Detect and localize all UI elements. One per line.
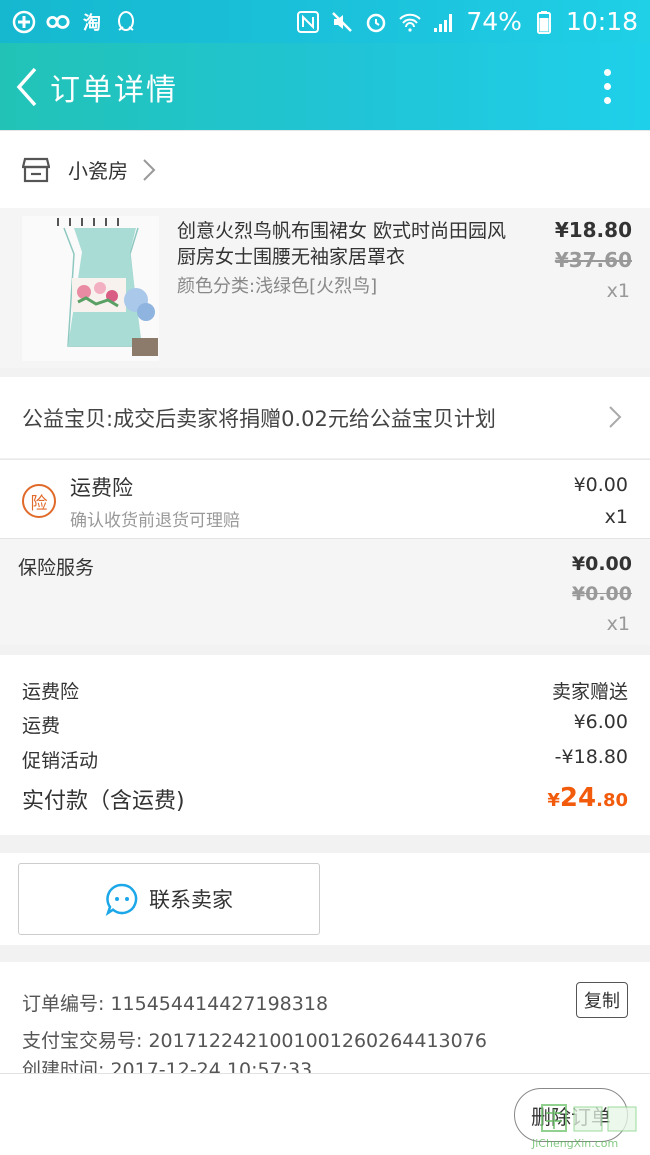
- chevron-left-icon: [16, 67, 37, 106]
- copy-button[interactable]: 复制: [576, 982, 628, 1018]
- summary-value: ¥6.00: [573, 711, 628, 733]
- total-row: 实付款（含运费) ¥24.80: [22, 783, 628, 815]
- status-time: 10:18: [565, 7, 638, 36]
- battery-percent: 74%: [466, 7, 522, 36]
- total-decimal: .80: [596, 790, 628, 811]
- insurance-quantity: x1: [604, 506, 628, 528]
- summary-label: 运费: [22, 715, 61, 737]
- chevron-right-icon: [609, 406, 622, 428]
- contact-seller-label: 联系卖家: [149, 888, 233, 912]
- chevron-right-icon: [143, 158, 156, 181]
- plus-circle-icon: [12, 10, 36, 34]
- insurance-badge-icon: 险: [22, 484, 56, 518]
- qq-icon: [114, 10, 138, 34]
- summary-row: 促销活动 -¥18.80: [22, 746, 628, 773]
- bottom-action-bar: 删除订单 JiChengXin.com: [0, 1073, 650, 1155]
- order-info: 订单编号: 115454414427198318 支付宝交易号: 2017122…: [0, 962, 650, 1074]
- product-thumbnail[interactable]: [22, 216, 159, 361]
- freight-insurance-row: 险 运费险 确认收货前退货可理赔 ¥0.00 x1: [0, 459, 650, 538]
- service-quantity: x1: [606, 613, 630, 635]
- summary-label: 运费险: [22, 681, 80, 703]
- watermark-logo: JiChengXin.com: [531, 1104, 637, 1150]
- watermark-text: JiChengXin.com: [531, 1137, 618, 1150]
- back-button[interactable]: [4, 43, 50, 130]
- status-right-icons: 74% 10:18: [296, 7, 638, 36]
- taobao-icon: 淘: [83, 12, 101, 34]
- more-options-button[interactable]: [582, 43, 632, 130]
- service-original-price: ¥0.00: [571, 583, 632, 605]
- chat-bubble-icon: [105, 883, 138, 916]
- order-item[interactable]: 创意火烈鸟帆布围裙女 欧式时尚田园风厨房女士围腰无袖家居罩衣 颜色分类:浅绿色[…: [0, 208, 650, 368]
- summary-row: 运费险 卖家赠送: [22, 677, 628, 704]
- page-title: 订单详情: [50, 72, 178, 108]
- summary-value: 卖家赠送: [551, 681, 628, 703]
- signal-icon: [432, 10, 456, 34]
- status-left-icons: 淘: [12, 10, 138, 34]
- order-number: 订单编号: 115454414427198318: [22, 993, 329, 1015]
- alarm-icon: [364, 10, 388, 34]
- price-summary: 运费险 卖家赠送 运费 ¥6.00 促销活动 -¥18.80 实付款（含运费) …: [0, 655, 650, 835]
- dot-icon: [603, 97, 611, 104]
- created-time: 创建时间: 2017-12-24 10:57:33: [22, 1059, 313, 1074]
- total-label: 实付款（含运费): [22, 789, 185, 814]
- charity-row[interactable]: 公益宝贝:成交后卖家将捐赠0.02元给公益宝贝计划: [0, 377, 650, 458]
- shop-name: 小瓷房: [68, 159, 128, 183]
- contact-section: 联系卖家: [0, 853, 650, 945]
- wifi-icon: [398, 10, 422, 34]
- item-original-price: ¥37.60: [554, 248, 632, 272]
- store-icon: [22, 157, 50, 182]
- mute-icon: [330, 10, 354, 34]
- insurance-title: 运费险: [70, 476, 133, 500]
- nfc-icon: [296, 10, 320, 34]
- insurance-service-row: 保险服务 ¥0.00 ¥0.00 x1: [0, 538, 650, 645]
- item-title[interactable]: 创意火烈鸟帆布围裙女 欧式时尚田园风厨房女士围腰无袖家居罩衣: [177, 218, 507, 270]
- insurance-price: ¥0.00: [573, 474, 628, 496]
- status-bar: 淘 74% 10:18: [0, 0, 650, 43]
- nav-bar: 订单详情: [0, 43, 650, 130]
- alipay-trade-number: 支付宝交易号: 2017122421001001260264413076: [22, 1030, 487, 1052]
- infinity-icon: [46, 10, 70, 34]
- summary-label: 促销活动: [22, 750, 99, 772]
- item-price: ¥18.80: [554, 218, 632, 242]
- total-currency: ¥: [547, 790, 560, 811]
- summary-row: 运费 ¥6.00: [22, 711, 628, 738]
- contact-seller-button[interactable]: 联系卖家: [18, 863, 320, 935]
- dot-icon: [603, 69, 611, 76]
- summary-value: -¥18.80: [554, 746, 628, 768]
- total-integer: 24: [559, 783, 597, 813]
- service-title: 保险服务: [18, 557, 95, 579]
- dot-icon: [603, 83, 611, 90]
- shop-row[interactable]: 小瓷房: [0, 130, 650, 208]
- insurance-subtitle: 确认收货前退货可理赔: [70, 511, 240, 531]
- battery-icon: [532, 10, 556, 34]
- service-price: ¥0.00: [571, 553, 632, 575]
- total-amount: ¥24.80: [547, 783, 628, 815]
- item-spec: 颜色分类:浅绿色[火烈鸟]: [177, 276, 378, 297]
- charity-text: 公益宝贝:成交后卖家将捐赠0.02元给公益宝贝计划: [22, 406, 496, 431]
- item-quantity: x1: [606, 280, 630, 302]
